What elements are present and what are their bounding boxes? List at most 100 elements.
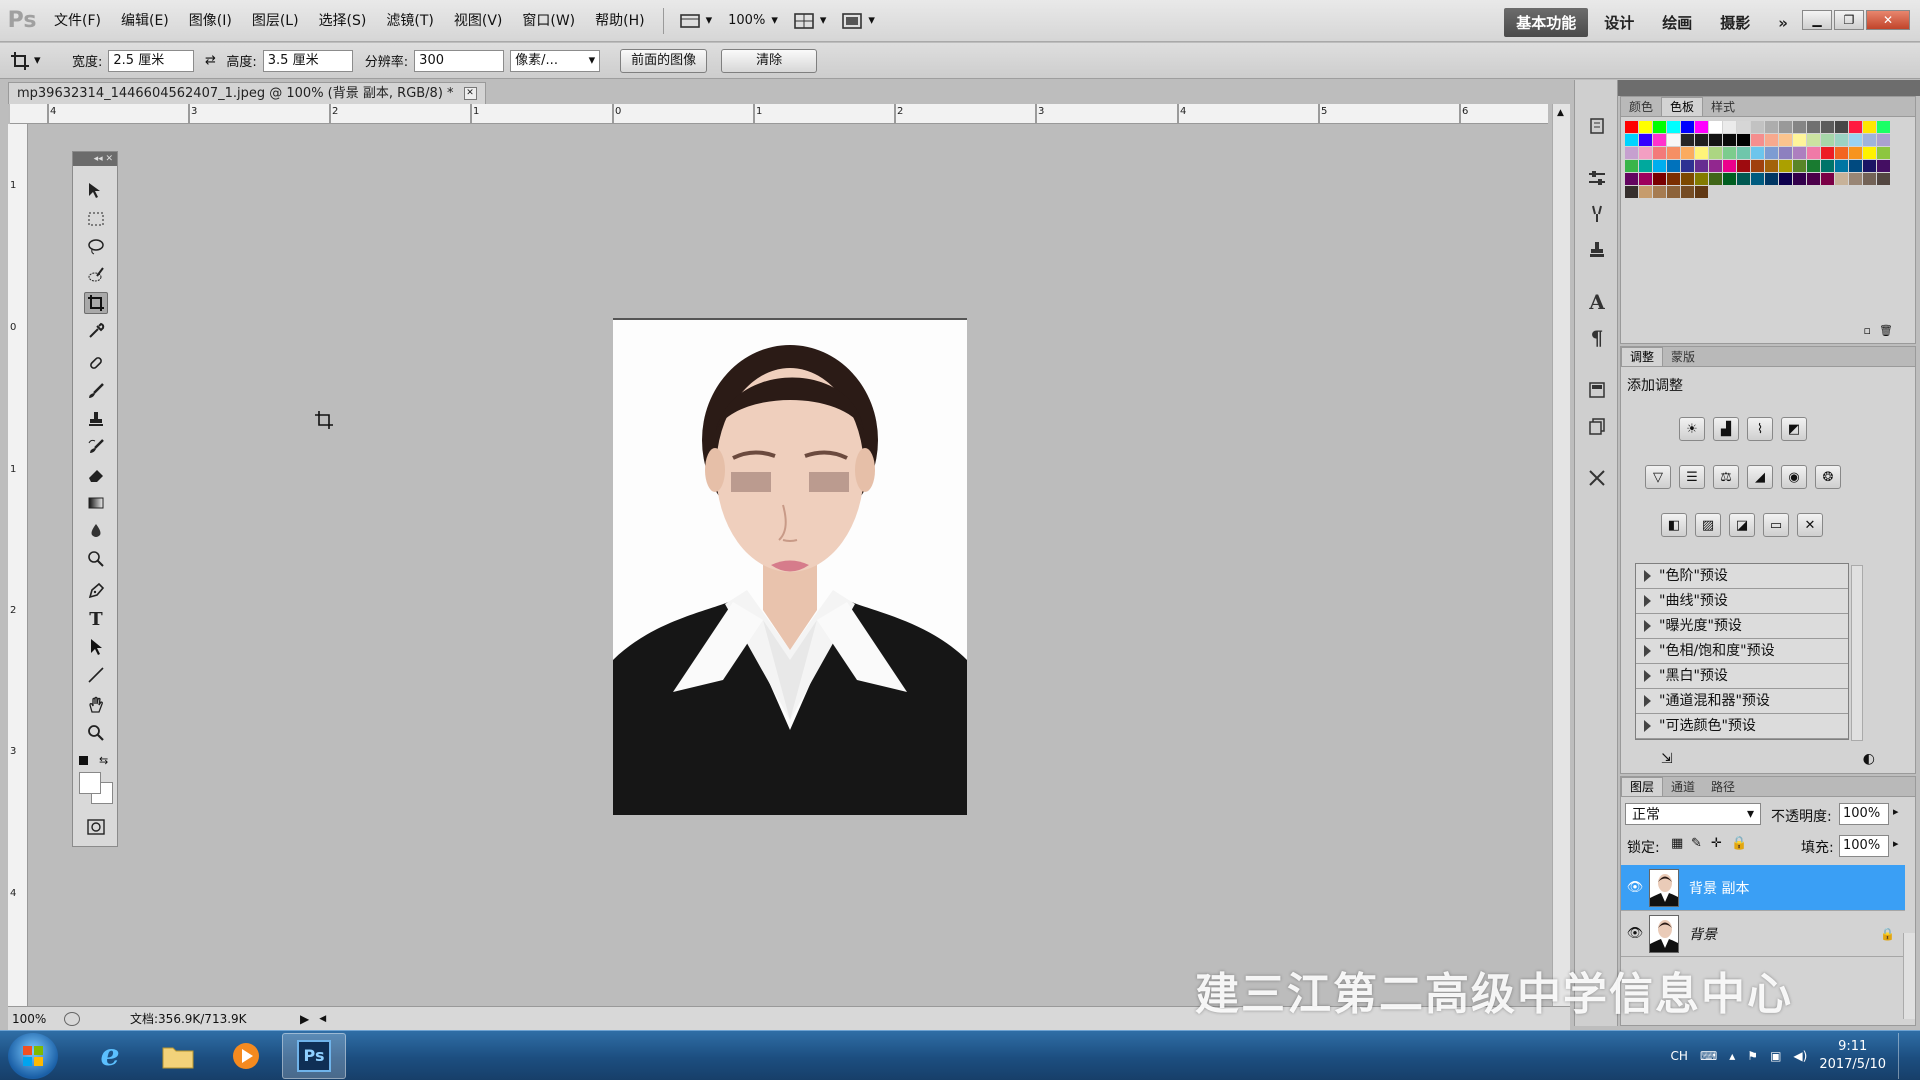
menu-select[interactable]: 选择(S) (309, 0, 377, 42)
clone-source-panel-icon[interactable] (1585, 238, 1609, 262)
color-swatch[interactable] (1863, 121, 1876, 133)
tab-masks[interactable]: 蒙版 (1663, 348, 1703, 366)
menu-help[interactable]: 帮助(H) (585, 0, 654, 42)
preset-hue-saturation[interactable]: "色相/饱和度"预设 (1636, 639, 1848, 664)
path-selection-tool[interactable] (84, 636, 108, 658)
preset-levels[interactable]: "色阶"预设 (1636, 564, 1848, 589)
color-swatch[interactable] (1835, 134, 1848, 146)
opacity-slider-arrow-icon[interactable]: ▸ (1893, 805, 1899, 818)
close-button[interactable]: ✕ (1866, 10, 1910, 30)
color-swatch[interactable] (1723, 121, 1736, 133)
color-swatch[interactable] (1877, 173, 1890, 185)
color-swatch[interactable] (1709, 147, 1722, 159)
color-swatch[interactable] (1653, 173, 1666, 185)
new-swatch-icon[interactable]: ▫ (1864, 324, 1871, 337)
color-swatch[interactable] (1807, 134, 1820, 146)
fill-field[interactable]: 100% (1839, 835, 1889, 857)
color-swatch[interactable] (1849, 147, 1862, 159)
healing-brush-tool[interactable] (84, 352, 108, 374)
color-swatch[interactable] (1849, 160, 1862, 172)
color-swatch[interactable] (1667, 121, 1680, 133)
color-swatch[interactable] (1653, 160, 1666, 172)
return-to-list-icon[interactable]: ⇲ (1661, 751, 1673, 767)
color-swatch[interactable] (1653, 121, 1666, 133)
zoom-level-dropdown[interactable]: 100% ▾ (720, 13, 786, 28)
tab-channels[interactable]: 通道 (1663, 778, 1703, 796)
menu-filter[interactable]: 滤镜(T) (376, 0, 443, 42)
swap-dimensions-icon[interactable]: ⇄ (200, 53, 220, 68)
color-balance-icon[interactable]: ⚖ (1713, 465, 1739, 489)
color-swatch[interactable] (1807, 147, 1820, 159)
color-swatch[interactable] (1849, 121, 1862, 133)
character-panel-icon[interactable]: A (1585, 290, 1609, 314)
color-swatch[interactable] (1709, 173, 1722, 185)
color-swatch[interactable] (1709, 121, 1722, 133)
color-swatch[interactable] (1751, 147, 1764, 159)
launch-bridge-button[interactable]: ▾ (672, 13, 721, 29)
clip-to-layer-icon[interactable]: ◐ (1863, 751, 1875, 767)
color-swatch[interactable] (1821, 160, 1834, 172)
workspace-more-button[interactable]: » (1766, 10, 1800, 36)
color-swatch[interactable] (1625, 121, 1638, 133)
color-swatch[interactable] (1751, 121, 1764, 133)
foreground-color-swatch[interactable] (79, 772, 101, 794)
color-swatch[interactable] (1751, 160, 1764, 172)
color-swatch[interactable] (1625, 173, 1638, 185)
visibility-eye-icon[interactable]: 👁 (1621, 880, 1649, 895)
marquee-tool[interactable] (84, 208, 108, 230)
color-swatch[interactable] (1765, 173, 1778, 185)
color-swatch[interactable] (1793, 173, 1806, 185)
preset-selective-color[interactable]: "可选颜色"预设 (1636, 714, 1848, 739)
hand-tool[interactable] (84, 694, 108, 716)
color-swatch[interactable] (1695, 121, 1708, 133)
color-swatch[interactable] (1779, 160, 1792, 172)
color-swatch[interactable] (1807, 160, 1820, 172)
start-button[interactable] (8, 1032, 58, 1079)
color-swatch[interactable] (1835, 147, 1848, 159)
portrait-photo[interactable] (613, 320, 967, 815)
tab-adjustments[interactable]: 调整 (1621, 347, 1664, 366)
color-swatch[interactable] (1793, 160, 1806, 172)
color-swatch[interactable] (1835, 160, 1848, 172)
clock[interactable]: 9:11 2017/5/10 (1819, 1038, 1886, 1074)
color-swatch[interactable] (1639, 134, 1652, 146)
color-swatch[interactable] (1681, 173, 1694, 185)
fill-slider-arrow-icon[interactable]: ▸ (1893, 837, 1899, 850)
history-panel-icon[interactable] (1585, 114, 1609, 138)
color-swatch[interactable] (1877, 160, 1890, 172)
presets-scrollbar[interactable] (1851, 565, 1863, 741)
menu-window[interactable]: 窗口(W) (512, 0, 585, 42)
color-swatch[interactable] (1779, 121, 1792, 133)
quick-selection-tool[interactable] (84, 264, 108, 286)
info-panel-icon[interactable] (1585, 378, 1609, 402)
color-swatch[interactable] (1667, 186, 1680, 198)
color-swatch[interactable] (1667, 173, 1680, 185)
color-swatch[interactable] (1863, 134, 1876, 146)
color-swatch[interactable] (1863, 147, 1876, 159)
status-info-icon[interactable] (64, 1011, 80, 1026)
move-tool[interactable] (84, 180, 108, 202)
color-swatch[interactable] (1653, 147, 1666, 159)
panel-dock-header[interactable] (1574, 80, 1920, 96)
volume-icon[interactable]: ◀) (1793, 1049, 1807, 1063)
eyedropper-tool[interactable] (84, 320, 108, 342)
tool-preset-picker[interactable]: ▾ (10, 51, 66, 71)
color-swatch[interactable] (1625, 147, 1638, 159)
pen-tool[interactable] (84, 580, 108, 602)
color-swatch[interactable] (1709, 134, 1722, 146)
close-document-icon[interactable]: ✕ (463, 87, 477, 100)
color-swatch[interactable] (1877, 134, 1890, 146)
network-icon[interactable]: ▣ (1770, 1049, 1781, 1063)
vertical-ruler[interactable]: 1 0 1 2 3 4 (8, 124, 28, 1010)
tool-presets-panel-icon[interactable] (1585, 466, 1609, 490)
front-image-button[interactable]: 前面的图像 (620, 48, 708, 73)
color-swatch[interactable] (1695, 134, 1708, 146)
line-tool[interactable] (84, 664, 108, 686)
color-swatch[interactable] (1695, 147, 1708, 159)
paragraph-panel-icon[interactable]: ¶ (1585, 326, 1609, 350)
default-colors-icon[interactable] (79, 756, 88, 765)
color-swatch[interactable] (1653, 134, 1666, 146)
channel-mixer-icon[interactable]: ❂ (1815, 465, 1841, 489)
levels-icon[interactable]: ▟ (1713, 417, 1739, 441)
color-swatch[interactable] (1681, 121, 1694, 133)
